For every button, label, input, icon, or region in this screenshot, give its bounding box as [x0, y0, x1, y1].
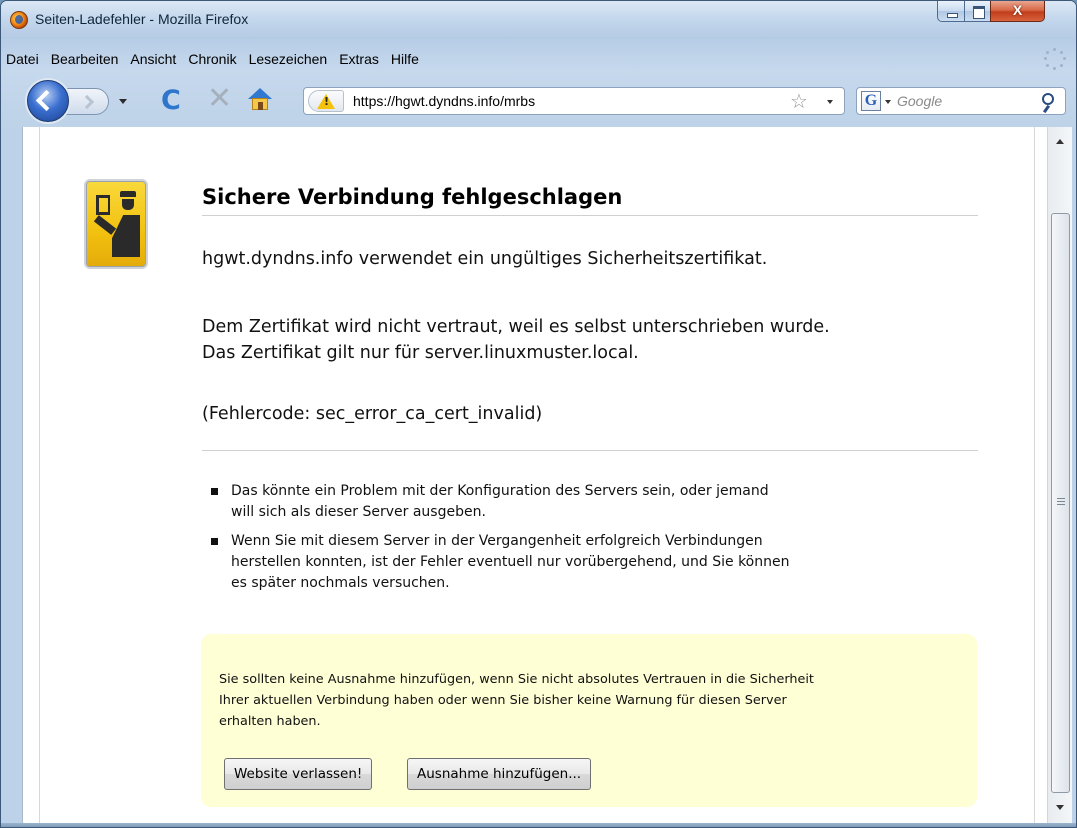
home-icon[interactable] — [248, 88, 272, 112]
url-bar[interactable]: ! https://hgwt.dyndns.info/mrbs ☆ — [303, 87, 845, 115]
window-frame-bottom — [1, 823, 1076, 827]
history-dropdown-icon[interactable] — [119, 99, 127, 104]
search-input[interactable]: Google — [897, 93, 942, 109]
close-icon: X — [1012, 2, 1023, 18]
minimize-button[interactable] — [937, 1, 965, 22]
error-code: (Fehlercode: sec_error_ca_cert_invalid) — [202, 404, 543, 424]
menu-chronik[interactable]: Chronik — [182, 49, 242, 71]
browser-window: Seiten-Ladefehler - Mozilla Firefox X Da… — [0, 0, 1077, 828]
search-bar[interactable]: G Google — [856, 87, 1066, 115]
vertical-scrollbar[interactable] — [1047, 127, 1072, 823]
add-exception-button[interactable]: Ausnahme hinzufügen... — [407, 758, 592, 790]
menu-lesezeichen[interactable]: Lesezeichen — [243, 49, 334, 71]
menu-datei[interactable]: Datei — [2, 49, 45, 71]
throbber-icon — [1044, 48, 1066, 70]
menu-bearbeiten[interactable]: Bearbeiten — [45, 49, 125, 71]
bookmark-star-icon[interactable]: ☆ — [790, 89, 808, 113]
menu-bar: Datei Bearbeiten Ansicht Chronik Lesezei… — [2, 49, 425, 71]
advice-list: Das könnte ein Problem mit der Konfigura… — [211, 481, 911, 602]
search-icon[interactable] — [1042, 93, 1054, 105]
firefox-icon — [10, 11, 28, 29]
menu-hilfe[interactable]: Hilfe — [385, 49, 425, 71]
warning-text: Sie sollten keine Ausnahme hinzufügen, w… — [219, 672, 814, 687]
scroll-thumb[interactable] — [1051, 213, 1070, 793]
exception-warning-box: Sie sollten keine Ausnahme hinzufügen, w… — [201, 634, 977, 807]
error-detail-domain: Das Zertifikat gilt nur für server.linux… — [202, 343, 639, 363]
certificate-error-icon — [84, 179, 148, 269]
reload-icon[interactable]: C — [161, 87, 181, 114]
warning-text: erhalten haben. — [219, 714, 321, 729]
error-detail-trust: Dem Zertifikat wird nicht vertraut, weil… — [202, 317, 830, 337]
search-engine-dropdown-icon[interactable] — [885, 100, 891, 104]
url-dropdown-icon[interactable] — [827, 100, 833, 104]
scroll-down-icon[interactable] — [1056, 805, 1064, 810]
divider — [202, 450, 978, 451]
warning-text: Ihrer aktuellen Verbindung haben oder we… — [219, 693, 787, 708]
list-item: Das könnte ein Problem mit der Konfigura… — [211, 481, 911, 523]
window-title: Seiten-Ladefehler - Mozilla Firefox — [35, 11, 249, 27]
close-button[interactable]: X — [990, 1, 1045, 22]
url-text[interactable]: https://hgwt.dyndns.info/mrbs — [353, 93, 535, 109]
maximize-button[interactable] — [964, 1, 991, 22]
menu-ansicht[interactable]: Ansicht — [124, 49, 182, 71]
site-identity-button[interactable]: ! — [308, 90, 344, 112]
divider — [202, 215, 978, 216]
back-button[interactable] — [27, 80, 69, 122]
error-description: hgwt.dyndns.info verwendet ein ungültige… — [202, 249, 768, 269]
list-item: Wenn Sie mit diesem Server in der Vergan… — [211, 531, 911, 594]
stop-icon[interactable]: ✕ — [207, 84, 232, 114]
error-title: Sichere Verbindung fehlgeschlagen — [202, 185, 623, 209]
search-engine-icon[interactable]: G — [861, 91, 881, 111]
leave-site-button[interactable]: Website verlassen! — [224, 758, 373, 790]
title-bar[interactable]: Seiten-Ladefehler - Mozilla Firefox X — [1, 1, 1076, 39]
menu-extras[interactable]: Extras — [333, 49, 385, 71]
scroll-up-icon[interactable] — [1056, 139, 1064, 144]
